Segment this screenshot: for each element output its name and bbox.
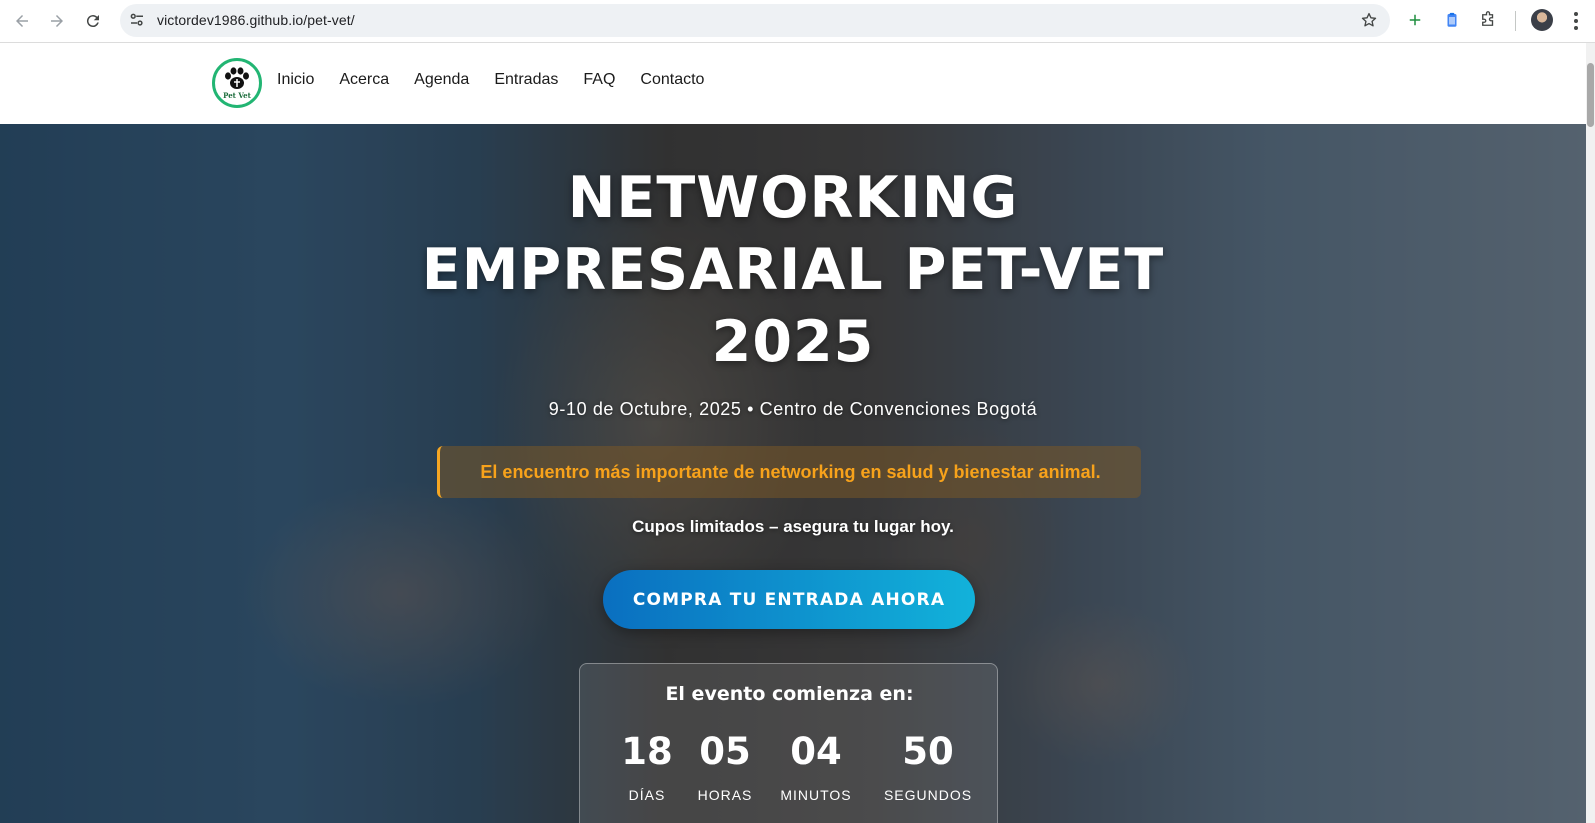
back-button[interactable] — [8, 7, 36, 35]
hero-title-line: 2025 — [711, 309, 875, 375]
hero-title-line: NETWORKING — [567, 165, 1019, 231]
url-text[interactable]: victordev1986.github.io/pet-vet/ — [157, 12, 355, 28]
arrow-right-icon — [51, 15, 63, 27]
address-bar[interactable]: victordev1986.github.io/pet-vet/ — [120, 4, 1390, 37]
logo-text: Pet Vet — [223, 91, 251, 100]
countdown-label: DÍAS — [628, 787, 666, 803]
star-icon[interactable] — [1360, 11, 1378, 29]
countdown-minutes: 04 MINUTOS — [771, 730, 861, 803]
countdown-value: 50 — [902, 730, 954, 773]
event-date-location: 9-10 de Octubre, 2025 • Centro de Conven… — [548, 399, 1038, 419]
site-logo[interactable]: Pet Vet — [212, 58, 262, 108]
hero-section: NETWORKING EMPRESARIAL PET-VET 2025 9-10… — [0, 124, 1586, 823]
nav-link-entradas[interactable]: Entradas — [494, 71, 558, 89]
forward-button[interactable] — [43, 7, 71, 35]
arrow-left-icon — [16, 15, 28, 27]
tune-icon[interactable] — [128, 11, 146, 29]
countdown-label: HORAS — [697, 787, 753, 803]
countdown-hours: 05 HORAS — [680, 730, 770, 803]
paw-logo-icon — [225, 67, 249, 89]
main-nav: Inicio Acerca Agenda Entradas FAQ Contac… — [277, 71, 729, 89]
hero-title: NETWORKING EMPRESARIAL PET-VET 2025 — [393, 162, 1193, 378]
scrollbar-thumb[interactable] — [1587, 63, 1594, 127]
nav-link-contacto[interactable]: Contacto — [640, 71, 704, 89]
tagline-text: El encuentro más importante de networkin… — [480, 461, 1101, 482]
countdown-title: El evento comienza en: — [665, 683, 914, 705]
countdown-value: 04 — [790, 730, 842, 773]
clipboard-extension-icon[interactable] — [1441, 9, 1463, 31]
hero-content: NETWORKING EMPRESARIAL PET-VET 2025 9-10… — [0, 124, 1586, 823]
page-scrollbar[interactable] — [1586, 43, 1595, 823]
countdown-panel: El evento comienza en: 18 DÍAS 05 HORAS … — [579, 663, 998, 823]
reload-icon — [86, 15, 99, 28]
limited-spots-text: Cupos limitados – asegura tu lugar hoy. — [632, 517, 954, 536]
tagline-box: El encuentro más importante de networkin… — [437, 446, 1141, 498]
countdown-label: SEGUNDOS — [883, 787, 973, 803]
reload-button[interactable] — [79, 7, 107, 35]
avatar[interactable] — [1531, 9, 1553, 31]
nav-link-inicio[interactable]: Inicio — [277, 71, 314, 89]
page-viewport: Pet Vet Inicio Acerca Agenda Entradas FA… — [0, 43, 1595, 823]
plus-extension-icon[interactable] — [1404, 9, 1426, 31]
nav-link-faq[interactable]: FAQ — [583, 71, 615, 89]
countdown-days: 18 DÍAS — [602, 730, 692, 803]
kebab-menu-icon[interactable] — [1569, 10, 1583, 32]
browser-toolbar: victordev1986.github.io/pet-vet/ — [0, 0, 1595, 43]
hero-title-line: EMPRESARIAL PET-VET — [421, 237, 1165, 303]
countdown-seconds: 50 SEGUNDOS — [873, 730, 983, 803]
site-header: Pet Vet Inicio Acerca Agenda Entradas FA… — [0, 43, 1586, 124]
countdown-value: 18 — [621, 730, 673, 773]
nav-link-agenda[interactable]: Agenda — [414, 71, 469, 89]
puzzle-extensions-icon[interactable] — [1477, 9, 1499, 31]
buy-ticket-button[interactable]: COMPRA TU ENTRADA AHORA — [603, 570, 975, 629]
countdown-label: MINUTOS — [780, 787, 852, 803]
toolbar-divider — [1515, 11, 1516, 31]
nav-link-acerca[interactable]: Acerca — [339, 71, 389, 89]
countdown-value: 05 — [699, 730, 751, 773]
